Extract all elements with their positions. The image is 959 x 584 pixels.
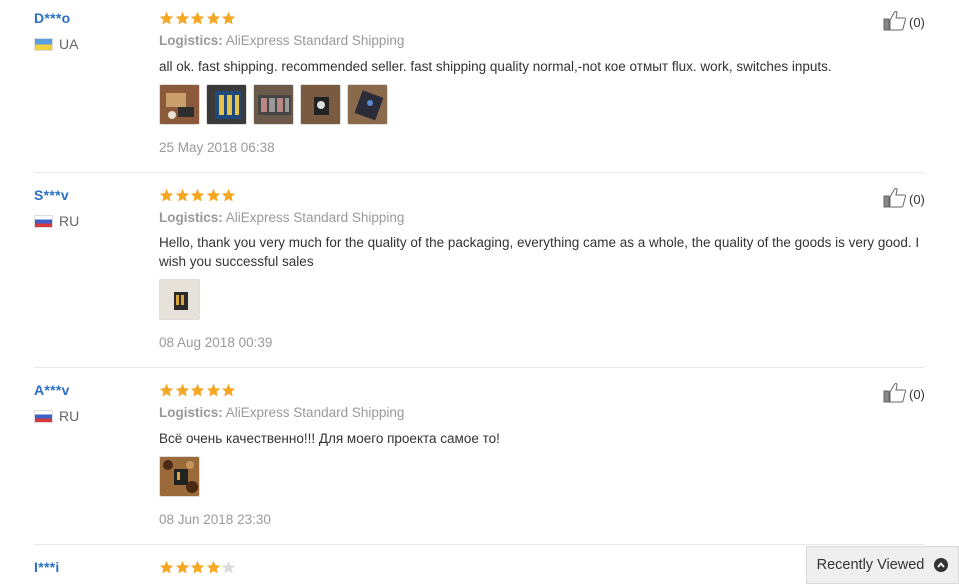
review-date: 25 May 2018 06:38 [159,140,275,155]
thumbs-up-icon [883,382,907,406]
review-divider [34,172,924,173]
star-filled-icon [221,188,236,202]
review-photo[interactable] [159,84,200,125]
star-rating [159,383,237,398]
reviewer-country: UA [34,36,78,52]
logistics-value: AliExpress Standard Shipping [225,405,405,420]
review-photo[interactable] [253,84,294,125]
star-filled-icon [175,560,189,574]
review-date: 08 Jun 2018 23:30 [159,512,271,527]
review-photo[interactable] [347,84,388,125]
logistics-label: Logistics: [159,33,223,48]
star-filled-icon [159,383,174,397]
review-divider [34,544,924,545]
country-code: RU [59,408,80,424]
review-photos [159,84,388,125]
helpful-button[interactable]: (0) [883,382,925,406]
logistics-value: AliExpress Standard Shipping [225,33,405,48]
star-filled-icon [190,188,205,202]
star-empty-icon [221,560,236,574]
review-photo[interactable] [300,84,341,125]
helpful-count: (0) [909,14,925,30]
logistics-info: Logistics: AliExpress Standard Shipping [159,405,404,420]
helpful-count: (0) [909,191,925,207]
logistics-info: Logistics: AliExpress Standard Shipping [159,33,404,48]
recently-viewed-label: Recently Viewed [816,557,925,573]
logistics-info: Logistics: AliExpress Standard Shipping [159,210,404,225]
flag-ua-icon [34,37,53,51]
reviewer-name[interactable]: S***v [34,187,69,203]
star-filled-icon [175,383,189,397]
review-photos [159,279,200,320]
star-filled-icon [159,188,174,202]
review-text: Hello, thank you very much for the quali… [159,235,920,269]
helpful-count: (0) [909,386,925,402]
logistics-label: Logistics: [159,210,223,225]
review-photo[interactable] [159,279,200,320]
country-code: UA [59,36,79,52]
review-photo[interactable] [159,456,200,497]
star-filled-icon [175,11,189,25]
country-code: RU [59,213,80,229]
star-rating [159,188,237,203]
logistics-label: Logistics: [159,405,223,420]
reviewer-name[interactable]: I***i [34,559,60,575]
star-filled-icon [190,11,205,25]
star-filled-icon [159,11,174,25]
helpful-button[interactable]: (0) [883,187,925,211]
star-rating [159,11,237,26]
flag-ru-icon [34,409,53,423]
review-photo[interactable] [206,84,247,125]
star-filled-icon [190,383,205,397]
reviewer-country: RU [34,408,79,424]
review-photos [159,456,200,497]
chevron-up-icon [934,558,949,572]
thumbs-up-icon [883,10,907,34]
star-filled-icon [206,560,220,574]
star-rating [159,560,237,575]
star-filled-icon [206,383,220,397]
review-text: Всё очень качественно!!! Для моего проек… [159,431,500,446]
review-text: all ok. fast shipping. recommended selle… [159,59,832,74]
star-filled-icon [206,11,220,25]
star-filled-icon [206,188,220,202]
review-divider [34,367,924,368]
reviewer-name[interactable]: D***o [34,10,71,26]
recently-viewed-button[interactable]: Recently Viewed [806,546,959,584]
star-filled-icon [221,11,236,25]
star-filled-icon [190,560,205,574]
star-filled-icon [159,560,174,574]
review-date: 08 Aug 2018 00:39 [159,335,273,350]
reviewer-country: RU [34,213,79,229]
helpful-button[interactable]: (0) [883,10,925,34]
flag-ru-icon [34,214,53,228]
star-filled-icon [221,383,236,397]
thumbs-up-icon [883,187,907,211]
reviewer-name[interactable]: A***v [34,382,70,398]
logistics-value: AliExpress Standard Shipping [225,210,405,225]
star-filled-icon [175,188,189,202]
